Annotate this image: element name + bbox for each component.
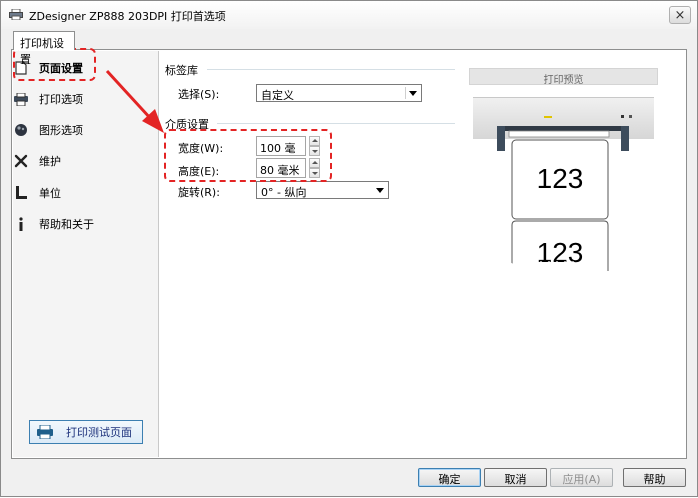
print-test-page-label: 打印测试页面 — [66, 426, 132, 439]
sidebar-item-label: 帮助和关于 — [39, 218, 94, 231]
group-divider — [207, 69, 455, 70]
printer-icon — [13, 91, 29, 107]
select-label: 选择(S): — [178, 88, 220, 101]
rotation-select-value: 0° - 纵向 — [261, 186, 307, 199]
group-divider — [217, 123, 455, 124]
print-preview: 123 123 — [469, 85, 658, 271]
annotation-box-media-size — [164, 129, 332, 182]
printer-preview-image: 123 123 — [473, 97, 654, 271]
sidebar-item-label: 单位 — [39, 187, 61, 200]
apply-button[interactable]: 应用(A) — [550, 468, 613, 487]
info-icon — [13, 216, 29, 232]
close-icon: × — [674, 7, 686, 23]
select-separator — [405, 87, 406, 99]
cancel-button[interactable]: 取消 — [484, 468, 547, 487]
dialog-window: ZDesigner ZP888 203DPI 打印首选项 × 打印机设置 页面设… — [0, 0, 698, 497]
window-title: ZDesigner ZP888 203DPI 打印首选项 — [29, 10, 226, 23]
sidebar-item-graphics-options[interactable]: 图形选项 — [7, 117, 142, 143]
preview-label-text: 123 — [537, 163, 584, 194]
tab-printer-settings[interactable]: 打印机设置 — [13, 31, 75, 66]
rotation-label: 旋转(R): — [178, 186, 220, 199]
sidebar-item-label: 打印选项 — [39, 93, 83, 106]
label-stock-select[interactable]: 自定义 — [256, 84, 422, 102]
ok-button[interactable]: 确定 — [418, 468, 481, 487]
tools-icon — [13, 153, 29, 169]
sidebar-item-label: 图形选项 — [39, 124, 83, 137]
ruler-icon — [13, 185, 29, 201]
help-button[interactable]: 帮助 — [623, 468, 686, 487]
sidebar-item-help-about[interactable]: 帮助和关于 — [7, 211, 142, 237]
printer-icon — [37, 425, 53, 439]
print-test-page-button[interactable]: 打印测试页面 — [29, 420, 143, 444]
label-stock-select-value: 自定义 — [261, 89, 294, 102]
chevron-down-icon — [409, 91, 417, 96]
chevron-down-icon — [376, 188, 384, 193]
sidebar-item-units[interactable]: 单位 — [7, 180, 142, 206]
title-bar: ZDesigner ZP888 203DPI 打印首选项 × — [1, 1, 697, 29]
sidebar-item-maintenance[interactable]: 维护 — [7, 148, 142, 174]
print-preview-header: 打印预览 — [469, 68, 658, 86]
printer-app-icon — [9, 9, 23, 20]
sidebar-item-print-options[interactable]: 打印选项 — [7, 86, 142, 112]
sidebar-item-label: 维护 — [39, 155, 61, 168]
label-stock-group-label: 标签库 — [165, 64, 198, 77]
graphics-icon — [13, 122, 29, 138]
rotation-select[interactable]: 0° - 纵向 — [256, 181, 389, 199]
close-button[interactable]: × — [669, 6, 691, 24]
